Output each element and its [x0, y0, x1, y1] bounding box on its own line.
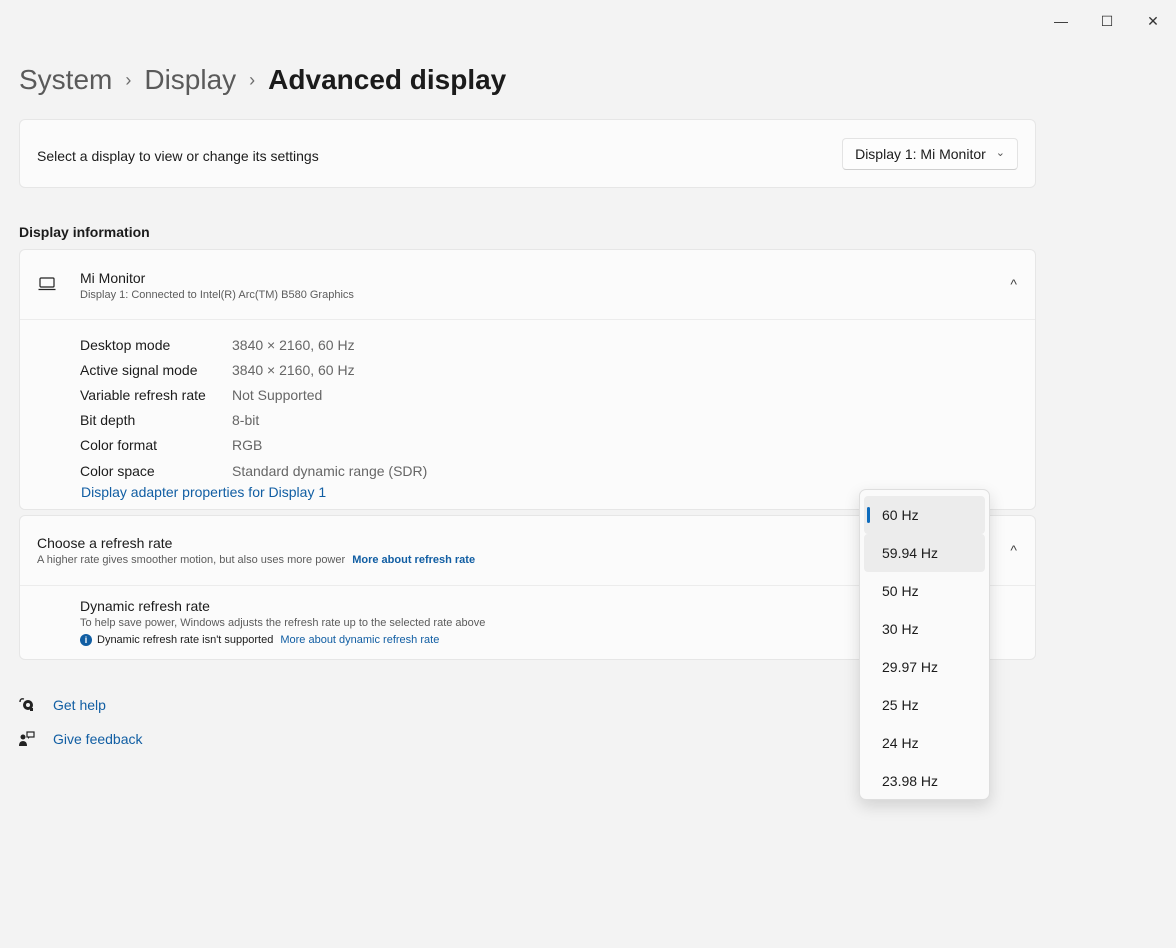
refresh-rate-desc-text: A higher rate gives smoother motion, but… [37, 554, 346, 566]
get-help-icon [19, 697, 35, 713]
info-row: Variable refresh rate Not Supported [80, 382, 427, 407]
info-row: Active signal mode 3840 × 2160, 60 Hz [80, 357, 427, 382]
chevron-up-icon[interactable]: ^ [1010, 542, 1017, 558]
info-row: Color format RGB [80, 433, 427, 458]
dynamic-refresh-rate-note: i Dynamic refresh rate isn't supported M… [80, 634, 439, 646]
info-icon: i [80, 634, 92, 646]
selected-indicator [867, 507, 870, 523]
info-key: Color space [80, 462, 155, 479]
info-value: Not Supported [232, 386, 323, 403]
display-info-rows: Desktop mode 3840 × 2160, 60 Hz Active s… [80, 332, 427, 483]
info-key: Active signal mode [80, 361, 198, 378]
info-key: Bit depth [80, 412, 136, 429]
page-title: Advanced display [268, 64, 507, 95]
refresh-rate-option-label: 25 Hz [882, 697, 919, 713]
minimize-button[interactable]: — [1038, 8, 1084, 34]
display-select-value: Display 1: Mi Monitor [855, 146, 986, 162]
breadcrumb-display[interactable]: Display [144, 64, 236, 96]
get-help-label: Get help [53, 697, 106, 713]
refresh-rate-option-label: 29.97 Hz [882, 659, 939, 675]
refresh-rate-option[interactable]: 59.94 Hz [864, 534, 985, 572]
display-info-card: Mi Monitor Display 1: Connected to Intel… [19, 249, 1036, 510]
breadcrumb-system[interactable]: System [19, 64, 112, 96]
dynamic-refresh-unsupported-text: Dynamic refresh rate isn't supported [97, 634, 274, 646]
display-info-header[interactable]: Mi Monitor Display 1: Connected to Intel… [20, 250, 1035, 320]
display-adapter-properties-link[interactable]: Display adapter properties for Display 1 [81, 484, 326, 500]
dynamic-refresh-rate-description: To help save power, Windows adjusts the … [80, 617, 486, 629]
chevron-down-icon: ⌄ [995, 146, 1005, 159]
monitor-name: Mi Monitor [80, 270, 146, 286]
info-value: 8-bit [232, 412, 260, 429]
refresh-rate-option[interactable]: 29.97 Hz [864, 648, 985, 686]
window-controls: — ☐ ✕ [1038, 8, 1176, 34]
dynamic-refresh-rate-title: Dynamic refresh rate [80, 598, 210, 614]
refresh-rate-option-label: 30 Hz [882, 621, 919, 637]
info-value: 3840 × 2160, 60 Hz [232, 361, 355, 378]
refresh-rate-option[interactable]: 30 Hz [864, 610, 985, 648]
section-title-display-information: Display information [19, 224, 150, 240]
monitor-icon [38, 277, 56, 296]
refresh-rate-description: A higher rate gives smoother motion, but… [37, 554, 475, 566]
refresh-rate-option[interactable]: 24 Hz [864, 724, 985, 762]
info-value: 3840 × 2160, 60 Hz [232, 336, 355, 353]
refresh-rate-option[interactable]: 50 Hz [864, 572, 985, 610]
chevron-up-icon[interactable]: ^ [1010, 276, 1017, 292]
refresh-rate-option-label: 60 Hz [882, 507, 919, 523]
close-button[interactable]: ✕ [1130, 8, 1176, 34]
info-value: RGB [232, 437, 263, 454]
monitor-connection: Display 1: Connected to Intel(R) Arc(TM)… [80, 289, 354, 301]
breadcrumb-separator: › [125, 69, 132, 90]
select-display-card: Select a display to view or change its s… [19, 119, 1036, 188]
info-value: Standard dynamic range (SDR) [232, 462, 428, 479]
refresh-rate-option[interactable]: 60 Hz [864, 496, 985, 534]
breadcrumb-separator: › [249, 69, 256, 90]
info-key: Desktop mode [80, 336, 171, 353]
feedback-icon [19, 731, 35, 747]
refresh-rate-option-label: 59.94 Hz [882, 545, 939, 561]
breadcrumb: System › Display › Advanced display [19, 64, 506, 96]
refresh-rate-title: Choose a refresh rate [37, 535, 173, 551]
refresh-rate-option-label: 24 Hz [882, 735, 919, 751]
info-key: Color format [80, 437, 158, 454]
give-feedback-label: Give feedback [53, 731, 143, 747]
refresh-rate-option[interactable]: 25 Hz [864, 686, 985, 724]
info-row: Color space Standard dynamic range (SDR) [80, 458, 427, 483]
get-help-link[interactable]: Get help [19, 697, 106, 713]
refresh-rate-option-label: 23.98 Hz [882, 773, 939, 789]
maximize-button[interactable]: ☐ [1084, 8, 1130, 34]
info-row: Desktop mode 3840 × 2160, 60 Hz [80, 332, 427, 357]
refresh-rate-option[interactable]: 23.98 Hz [864, 762, 985, 800]
select-display-label: Select a display to view or change its s… [37, 148, 319, 164]
give-feedback-link[interactable]: Give feedback [19, 731, 143, 747]
more-about-dynamic-refresh-rate-link[interactable]: More about dynamic refresh rate [280, 634, 439, 646]
refresh-rate-option-label: 50 Hz [882, 583, 919, 599]
info-key: Variable refresh rate [80, 386, 206, 403]
more-about-refresh-rate-link[interactable]: More about refresh rate [352, 554, 475, 566]
info-row: Bit depth 8-bit [80, 408, 427, 433]
display-select-dropdown[interactable]: Display 1: Mi Monitor ⌄ [842, 138, 1018, 170]
refresh-rate-dropdown-menu: 60 Hz 59.94 Hz 50 Hz 30 Hz 29.97 Hz 25 H… [859, 489, 990, 800]
